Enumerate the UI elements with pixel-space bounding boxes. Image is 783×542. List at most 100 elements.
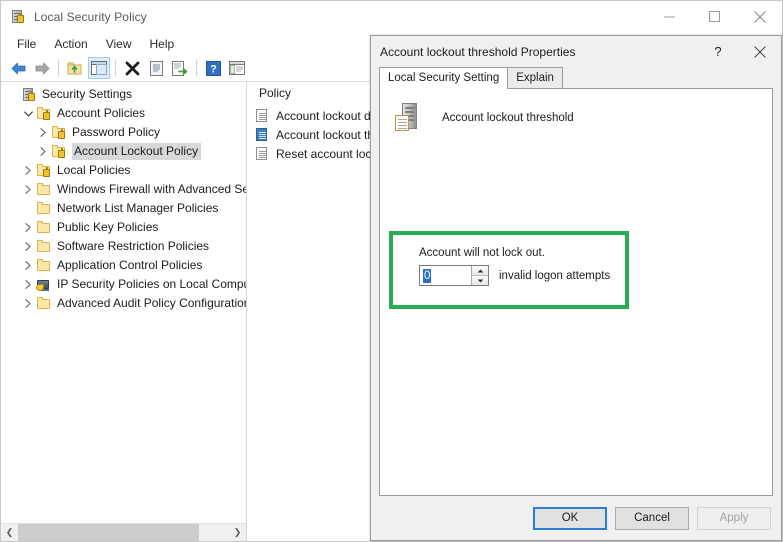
- tree-item-label: Account Lockout Policy: [72, 143, 202, 160]
- tree-item-windows-firewall-with-advanced-secu[interactable]: Windows Firewall with Advanced Secu: [1, 180, 246, 199]
- toolbar-separator-1: [58, 60, 59, 76]
- minimize-button[interactable]: [647, 1, 692, 32]
- folder-icon: [36, 201, 52, 217]
- chevron-right-icon[interactable]: [20, 277, 36, 293]
- tab-explain[interactable]: Explain: [507, 67, 563, 88]
- menu-action[interactable]: Action: [45, 34, 96, 54]
- tree-item-label: Security Settings: [42, 87, 133, 101]
- scroll-left-arrow-icon[interactable]: ❮: [1, 524, 18, 541]
- folder-glyph: [37, 296, 50, 309]
- menu-file[interactable]: File: [8, 34, 45, 54]
- tree-item-application-control-policies[interactable]: Application Control Policies: [1, 256, 246, 275]
- maximize-button[interactable]: [692, 1, 737, 32]
- chevron-down-icon[interactable]: [20, 106, 36, 122]
- tree-item-account-policies[interactable]: Account Policies: [1, 104, 246, 123]
- tree-item-ip-security-policies-on-local-compute[interactable]: IP Security Policies on Local Compute: [1, 275, 246, 294]
- folder-lock-icon: [36, 106, 52, 122]
- chevron-right-icon[interactable]: [35, 125, 51, 141]
- ok-button[interactable]: OK: [533, 506, 607, 530]
- policy-document-icon: [254, 127, 270, 143]
- tree-item-label: IP Security Policies on Local Compute: [57, 277, 246, 291]
- menu-help[interactable]: Help: [141, 34, 184, 54]
- folder-glyph: [37, 220, 50, 233]
- dialog-title: Account lockout threshold Properties: [380, 44, 576, 59]
- forward-icon: [35, 62, 49, 74]
- dialog-close-button[interactable]: [739, 36, 781, 67]
- chevron-right-icon[interactable]: [20, 296, 36, 312]
- lock-badge-glyph: [43, 109, 50, 120]
- tree-item-security-settings[interactable]: Security Settings: [1, 85, 246, 104]
- lock-badge-glyph: [43, 166, 50, 177]
- help-button[interactable]: ?: [202, 57, 224, 79]
- chevron-right-icon[interactable]: [20, 258, 36, 274]
- folder-lock-icon: [36, 163, 52, 179]
- tree-item-software-restriction-policies[interactable]: Software Restriction Policies: [1, 237, 246, 256]
- delete-icon: [125, 61, 139, 75]
- lockout-description: Account will not lock out.: [419, 247, 545, 259]
- tree-item-label: Password Policy: [72, 125, 161, 139]
- tree-item-password-policy[interactable]: Password Policy: [1, 123, 246, 142]
- window-title: Local Security Policy: [34, 9, 147, 24]
- scroll-right-arrow-icon[interactable]: ❯: [229, 524, 246, 541]
- console-tree[interactable]: Security Settings Account Policies Passwor…: [1, 82, 246, 523]
- chevron-right-icon[interactable]: [20, 239, 36, 255]
- window-controls: [647, 1, 782, 32]
- help-icon: ?: [205, 60, 221, 76]
- properties-icon: [149, 60, 163, 76]
- stepper-value-field[interactable]: 0: [420, 266, 471, 285]
- chevron-right-icon[interactable]: [20, 220, 36, 236]
- chevron-right-icon[interactable]: [20, 182, 36, 198]
- invalid-logon-attempts-stepper[interactable]: 0: [419, 265, 489, 286]
- tree-item-local-policies[interactable]: Local Policies: [1, 161, 246, 180]
- document-glyph: [256, 127, 267, 141]
- menu-view[interactable]: View: [97, 34, 141, 54]
- stepper-buttons: [471, 266, 488, 285]
- toolbar-separator-2: [115, 60, 116, 76]
- close-button[interactable]: [737, 1, 782, 32]
- delete-button[interactable]: [121, 57, 143, 79]
- ipsec-icon: [36, 277, 52, 293]
- apply-button: Apply: [697, 506, 771, 530]
- tree-item-label: Application Control Policies: [57, 258, 203, 272]
- setting-highlight-box: Account will not lock out. 0 invalid log…: [389, 231, 629, 309]
- tree-horizontal-scrollbar[interactable]: ❮ ❯: [1, 523, 246, 541]
- properties-button[interactable]: [145, 57, 167, 79]
- policy-server-icon: [394, 101, 428, 135]
- local-security-setting-panel: Account lockout threshold Account will n…: [379, 88, 773, 496]
- list-view-button[interactable]: [226, 57, 248, 79]
- tree-item-account-lockout-policy[interactable]: Account Lockout Policy: [1, 142, 246, 161]
- stepper-suffix-label: invalid logon attempts: [499, 269, 611, 282]
- folder-glyph: [37, 258, 50, 271]
- policy-list-item-label: Account lockout th: [276, 127, 375, 142]
- chevron-right-icon[interactable]: [20, 163, 36, 179]
- stepper-decrement-button[interactable]: [472, 276, 488, 285]
- policy-header: Account lockout threshold: [380, 89, 772, 135]
- dialog-help-button[interactable]: ?: [697, 36, 739, 67]
- tree-item-advanced-audit-policy-configuration[interactable]: Advanced Audit Policy Configuration: [1, 294, 246, 313]
- export-list-button[interactable]: [169, 57, 191, 79]
- minimize-icon: [664, 16, 675, 18]
- lock-badge-glyph: [17, 12, 24, 23]
- dialog-controls: ?: [697, 36, 781, 67]
- up-one-level-icon: [67, 62, 82, 74]
- document-glyph: [256, 108, 267, 122]
- forward-button[interactable]: [31, 57, 53, 79]
- lock-badge-glyph: [58, 128, 65, 139]
- cancel-button[interactable]: Cancel: [615, 506, 689, 530]
- show-hide-tree-icon: [91, 61, 107, 75]
- show-hide-tree-button[interactable]: [88, 57, 110, 79]
- scrollbar-track[interactable]: [18, 524, 229, 541]
- scrollbar-thumb[interactable]: [18, 524, 200, 541]
- stepper-increment-button[interactable]: [472, 266, 488, 276]
- server-icon: [21, 87, 37, 103]
- folder-glyph: [37, 201, 50, 214]
- tab-local-security-setting[interactable]: Local Security Setting: [379, 67, 509, 89]
- chevron-right-icon[interactable]: [35, 144, 51, 160]
- up-one-level-button[interactable]: [64, 57, 86, 79]
- folder-icon: [36, 258, 52, 274]
- tree-item-network-list-manager-policies[interactable]: Network List Manager Policies: [1, 199, 246, 218]
- folder-lock-icon: [51, 144, 67, 160]
- back-button[interactable]: [7, 57, 29, 79]
- tree-item-public-key-policies[interactable]: Public Key Policies: [1, 218, 246, 237]
